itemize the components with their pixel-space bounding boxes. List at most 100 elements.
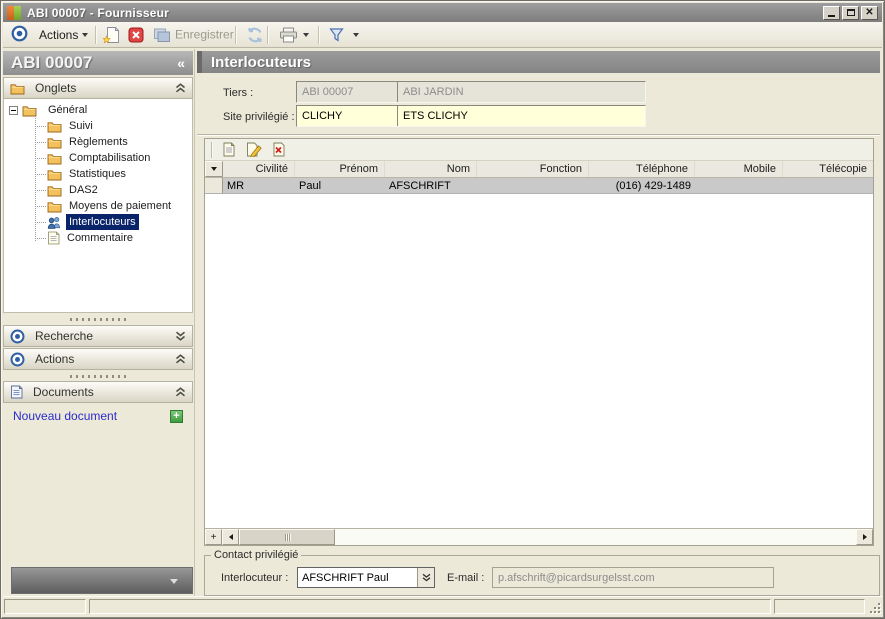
new-document-star-icon — [103, 26, 121, 43]
section-onglets[interactable]: Onglets — [3, 77, 193, 99]
site-name-field[interactable]: ETS CLICHY — [398, 106, 645, 126]
close-button[interactable]: ✕ — [861, 6, 878, 20]
tree-item-comptabilisation[interactable]: Comptabilisation — [4, 150, 192, 166]
tree-item-das2[interactable]: DAS2 — [4, 182, 192, 198]
tree-item-label: Général — [45, 102, 90, 118]
filter-dropdown-button[interactable] — [349, 31, 363, 39]
toolbar-separator — [267, 26, 268, 44]
tree-item-reglements[interactable]: Règlements — [4, 134, 192, 150]
site-field-group: CLICHY ETS CLICHY — [296, 105, 646, 127]
resize-grip-icon[interactable] — [868, 601, 880, 613]
arrow-right-icon — [863, 534, 867, 540]
chevron-down-icon — [353, 33, 359, 37]
add-document-button[interactable]: + — [170, 410, 183, 423]
tree-item-label: Comptabilisation — [66, 150, 153, 166]
column-header-prenom[interactable]: Prénom — [295, 161, 385, 177]
toolbar-separator — [235, 26, 236, 44]
tabs-tree-panel: Général Suivi Règlements Comptabilisatio… — [3, 99, 193, 313]
grid-selector-header[interactable] — [205, 161, 223, 177]
printer-icon — [279, 27, 298, 43]
folder-icon — [47, 200, 62, 213]
actions-menu-button[interactable]: Actions — [35, 26, 92, 44]
column-header-mobile[interactable]: Mobile — [695, 161, 783, 177]
filter-funnel-icon — [329, 27, 344, 42]
grid-header: Civilité Prénom Nom Fonction Téléphone M… — [205, 161, 873, 178]
grid-edit-button[interactable] — [244, 141, 264, 159]
tree-item-label: DAS2 — [66, 182, 101, 198]
save-icon — [153, 27, 171, 42]
chevron-down-icon — [211, 167, 217, 171]
site-code-field[interactable]: CLICHY — [297, 106, 398, 126]
tree-item-general[interactable]: Général — [4, 102, 192, 118]
statusbar-panel-right — [774, 599, 865, 614]
interlocuteurs-grid: Civilité Prénom Nom Fonction Téléphone M… — [204, 138, 874, 546]
column-header-telephone[interactable]: Téléphone — [589, 161, 695, 177]
delete-record-button[interactable] — [124, 25, 148, 45]
scroll-left-button[interactable] — [222, 529, 239, 545]
maximize-button[interactable] — [842, 6, 859, 20]
section-documents-label: Documents — [33, 385, 94, 399]
section-documents[interactable]: Documents — [3, 381, 193, 403]
splitter-handle[interactable] — [70, 375, 128, 378]
minimize-button[interactable] — [823, 6, 840, 20]
section-recherche[interactable]: Recherche — [3, 325, 193, 347]
print-button[interactable] — [275, 25, 302, 45]
cell-civilite: MR — [223, 178, 295, 193]
cell-fonction — [477, 178, 589, 193]
tree-item-moyens-de-paiement[interactable]: Moyens de paiement — [4, 198, 192, 214]
folder-icon — [47, 120, 62, 133]
tree-collapse-icon[interactable] — [9, 106, 18, 115]
splitter-handle[interactable] — [70, 318, 128, 321]
collapsed-panel-bar[interactable] — [11, 567, 193, 594]
combobox-dropdown-button[interactable] — [417, 568, 434, 587]
row-selector[interactable] — [205, 178, 223, 193]
print-dropdown-button[interactable] — [299, 31, 313, 39]
actions-menu-label: Actions — [39, 28, 78, 42]
folder-icon — [47, 184, 62, 197]
note-icon — [47, 231, 60, 245]
refresh-icon — [245, 27, 265, 43]
toolbar-separator — [318, 26, 319, 44]
tree-item-statistiques[interactable]: Statistiques — [4, 166, 192, 182]
scroll-right-button[interactable] — [856, 529, 873, 545]
interlocuteur-combobox[interactable]: AFSCHRIFT Paul — [297, 567, 435, 588]
folder-icon — [47, 152, 62, 165]
column-header-civilite[interactable]: Civilité — [223, 161, 295, 177]
close-icon: ✕ — [865, 8, 873, 18]
tree-item-interlocuteurs[interactable]: Interlocuteurs — [4, 214, 192, 230]
save-button[interactable]: Enregistrer — [149, 25, 238, 44]
column-header-telecopie[interactable]: Télécopie — [783, 161, 873, 177]
scrollbar-track[interactable] — [335, 529, 856, 545]
splitter-handle[interactable] — [197, 51, 202, 73]
target-icon — [10, 352, 25, 367]
grid-add-button[interactable] — [219, 141, 239, 159]
new-document-link[interactable]: Nouveau document — [13, 409, 117, 423]
section-actions[interactable]: Actions — [3, 348, 193, 370]
section-recherche-label: Recherche — [35, 329, 93, 343]
tabs-tree: Général Suivi Règlements Comptabilisatio… — [4, 99, 192, 246]
add-row-button[interactable]: + — [205, 529, 222, 545]
toolbar-separator — [95, 26, 96, 44]
cell-telephone: (016) 429-1489 — [589, 178, 695, 193]
column-header-nom[interactable]: Nom — [385, 161, 477, 177]
new-document-row: Nouveau document + — [3, 407, 193, 425]
titlebar: ABI 00007 - Fournisseur ✕ — [3, 3, 882, 22]
toolbar-grip — [211, 142, 212, 158]
delete-page-icon — [272, 142, 286, 157]
tree-item-suivi[interactable]: Suivi — [4, 118, 192, 134]
new-record-button[interactable] — [99, 24, 125, 45]
app-icon — [7, 6, 21, 20]
target-icon — [11, 25, 28, 45]
grid-delete-button[interactable] — [269, 141, 289, 159]
column-header-fonction[interactable]: Fonction — [477, 161, 589, 177]
tree-item-commentaire[interactable]: Commentaire — [4, 230, 192, 246]
save-button-label: Enregistrer — [175, 28, 234, 42]
filter-button[interactable] — [325, 25, 348, 44]
group-legend: Contact privilégié — [211, 549, 301, 561]
scrollbar-thumb[interactable] — [239, 529, 335, 545]
tiers-field-group: ABI 00007 ABI JARDIN — [296, 81, 646, 103]
table-row[interactable]: MR Paul AFSCHRIFT (016) 429-1489 — [205, 178, 873, 194]
tiers-label: Tiers : — [223, 87, 253, 99]
collapse-sidebar-button[interactable]: « — [177, 55, 185, 71]
refresh-button[interactable] — [241, 25, 269, 45]
